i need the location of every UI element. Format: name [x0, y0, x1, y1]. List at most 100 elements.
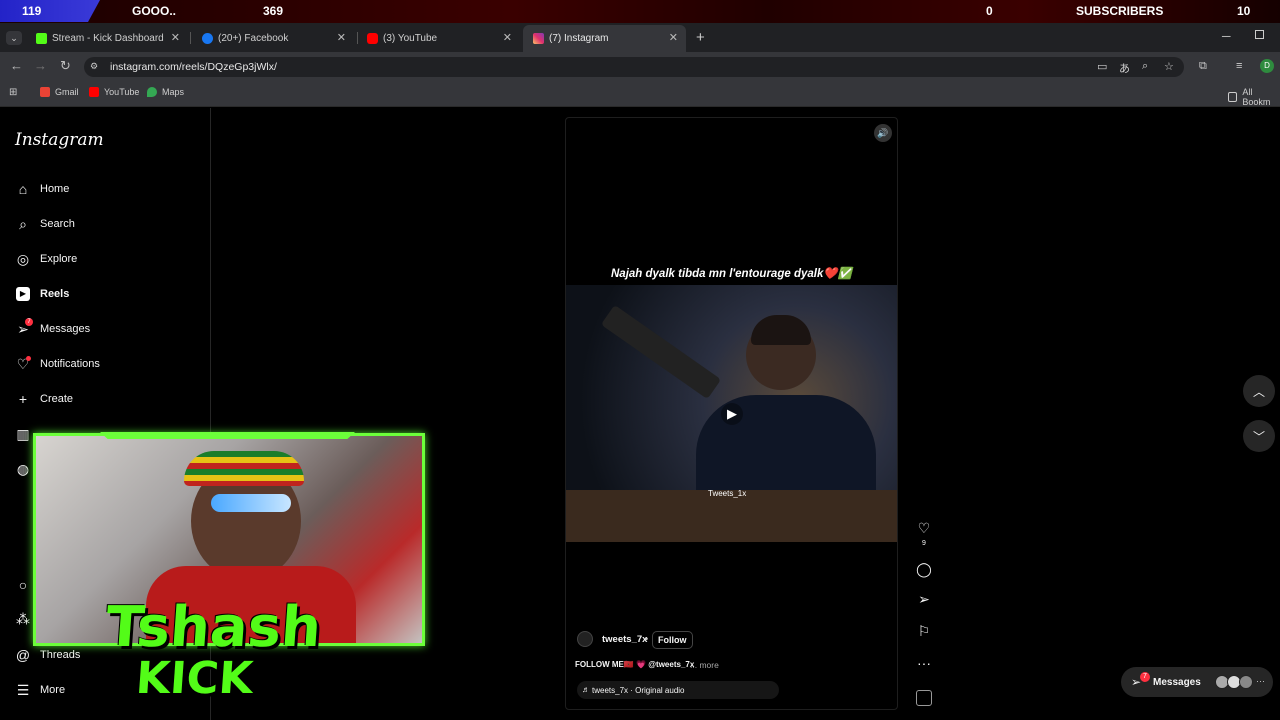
- volume-icon[interactable]: 🔊: [874, 124, 892, 142]
- save-icon[interactable]: ⚐: [915, 623, 933, 640]
- comment-icon[interactable]: ◯: [915, 561, 933, 578]
- nav-create[interactable]: + Create: [15, 389, 73, 409]
- send-icon: ➢ 7: [15, 318, 33, 337]
- forward-icon[interactable]: →: [34, 58, 47, 73]
- sunglasses: [211, 494, 291, 512]
- avatar: [1239, 675, 1253, 689]
- maximize-icon[interactable]: [1255, 30, 1264, 39]
- apps-grid-icon[interactable]: ⊞: [9, 87, 17, 98]
- reload-icon[interactable]: ↻: [60, 58, 71, 74]
- music-note-icon: ♬: [582, 685, 590, 694]
- notification-dot: [26, 356, 31, 361]
- nav-explore[interactable]: ◎ Explore: [15, 249, 77, 269]
- new-tab-icon[interactable]: +: [696, 29, 705, 46]
- overlay-left-count: 119: [22, 4, 42, 18]
- overlay-subs-label: SUBSCRIBERS: [1076, 4, 1164, 18]
- close-tab-icon[interactable]: ✕: [669, 31, 678, 44]
- nav-label: Notifications: [40, 358, 100, 370]
- kick-logo-line2: KICK: [134, 653, 255, 704]
- previous-reel-button[interactable]: ︿: [1243, 375, 1275, 407]
- more-options-icon[interactable]: ···: [915, 655, 933, 671]
- reel-description: FOLLOW ME🇲🇦 💗 @tweets_7x: [575, 660, 695, 669]
- tab-instagram[interactable]: (7) Instagram ✕: [523, 25, 686, 52]
- avatar[interactable]: [577, 631, 593, 647]
- share-icon[interactable]: ➢: [915, 591, 933, 608]
- meta-ai-icon: ◍: [16, 460, 30, 477]
- zoom-icon[interactable]: ⌕: [1142, 60, 1148, 73]
- messages-button-label: Messages: [1153, 677, 1201, 688]
- like-count: 9: [922, 540, 926, 547]
- nav-messages[interactable]: ➢ 7 Messages: [15, 318, 91, 339]
- plus-icon: +: [18, 391, 28, 407]
- reading-list-icon[interactable]: ≡: [1236, 60, 1242, 72]
- install-app-icon[interactable]: ▭: [1097, 60, 1107, 73]
- person-hair: [751, 315, 811, 345]
- nav-label: Search: [40, 218, 75, 230]
- beanie: [184, 451, 304, 486]
- tab-youtube[interactable]: (3) YouTube ✕: [357, 25, 520, 52]
- translate-icon[interactable]: あ: [1119, 60, 1130, 76]
- youtube-icon: [89, 87, 99, 97]
- video-watermark: Tweets_1x: [708, 489, 747, 498]
- audio-thumbnail[interactable]: [916, 690, 932, 706]
- nav-notifications[interactable]: ♡ Notifications: [15, 354, 100, 374]
- tab-title: Stream - Kick Dashboard: [52, 33, 164, 44]
- profile-avatar[interactable]: D: [1260, 59, 1274, 73]
- tab-facebook[interactable]: (20+) Facebook ✕: [192, 25, 354, 52]
- overlay-left-badge: [0, 0, 100, 22]
- bookmark-youtube[interactable]: YouTube: [89, 87, 139, 97]
- play-icon[interactable]: ▶: [721, 403, 743, 425]
- bookmark-maps[interactable]: Maps: [147, 87, 184, 97]
- all-bookmarks-label: All Bookm: [1242, 87, 1271, 107]
- nav-label: Home: [40, 183, 70, 195]
- threads-icon: @: [15, 647, 31, 663]
- facebook-icon: [202, 33, 213, 44]
- nav-search[interactable]: ⌕ Search: [15, 214, 75, 234]
- url-text[interactable]: instagram.com/reels/DQzeGp3jWlx/: [110, 61, 277, 73]
- nav-more[interactable]: ☰ More: [15, 680, 65, 700]
- reels-icon: ▶: [15, 286, 31, 302]
- next-reel-button[interactable]: ﹀: [1243, 420, 1275, 452]
- tab-search-dropdown-icon[interactable]: ⌄: [6, 31, 22, 45]
- nav-label: Messages: [40, 323, 91, 335]
- nav-threads[interactable]: @ Threads: [15, 645, 80, 665]
- messages-button-badge: 7: [1140, 672, 1150, 682]
- extensions-icon[interactable]: ⧉: [1199, 60, 1207, 73]
- nav-label: More: [40, 684, 66, 696]
- nav-label: Reels: [40, 288, 70, 300]
- overlay-goal-label: GOOO..: [132, 4, 177, 18]
- chevron-up-icon: ︿: [1252, 384, 1265, 399]
- all-bookmarks[interactable]: All Bookm: [1228, 87, 1280, 107]
- reel-username[interactable]: tweets_7x: [602, 634, 647, 645]
- follow-button[interactable]: Follow: [652, 631, 693, 649]
- bookmark-gmail[interactable]: Gmail: [40, 87, 79, 97]
- instagram-logo[interactable]: Instagram: [15, 130, 104, 150]
- bookmarks-bar: [0, 82, 1280, 107]
- bookmark-label: YouTube: [104, 87, 140, 97]
- close-tab-icon[interactable]: ✕: [171, 31, 180, 44]
- minimize-icon[interactable]: ─: [1222, 29, 1231, 43]
- maps-icon: [147, 87, 157, 97]
- instagram-icon: [533, 33, 544, 44]
- close-tab-icon[interactable]: ✕: [503, 31, 512, 44]
- back-icon[interactable]: ←: [10, 58, 23, 73]
- tab-title: (20+) Facebook: [218, 33, 289, 44]
- chart-icon: ▥: [16, 425, 30, 442]
- gmail-icon: [40, 87, 50, 97]
- messages-badge: 7: [25, 318, 33, 326]
- bookmark-star-icon[interactable]: ☆: [1164, 60, 1174, 73]
- folder-icon: [1228, 92, 1238, 102]
- more-link[interactable]: ... more: [690, 660, 719, 670]
- nav-reels[interactable]: ▶ Reels: [15, 284, 69, 304]
- menu-icon: ☰: [16, 681, 30, 698]
- close-tab-icon[interactable]: ✕: [337, 31, 346, 44]
- reel-video[interactable]: ▶ Tweets_1x: [566, 285, 897, 542]
- nav-home[interactable]: ⌂ Home: [15, 179, 70, 199]
- more-dots-icon: ···: [1256, 676, 1265, 686]
- site-info-icon[interactable]: ⚙: [90, 61, 98, 72]
- tab-title: (3) YouTube: [383, 33, 438, 44]
- overlay-mid-count: 0: [986, 4, 993, 18]
- tab-kick-dashboard[interactable]: Stream - Kick Dashboard ✕: [26, 25, 188, 52]
- like-icon[interactable]: ♡: [915, 520, 933, 537]
- search-icon: ⌕: [19, 215, 27, 232]
